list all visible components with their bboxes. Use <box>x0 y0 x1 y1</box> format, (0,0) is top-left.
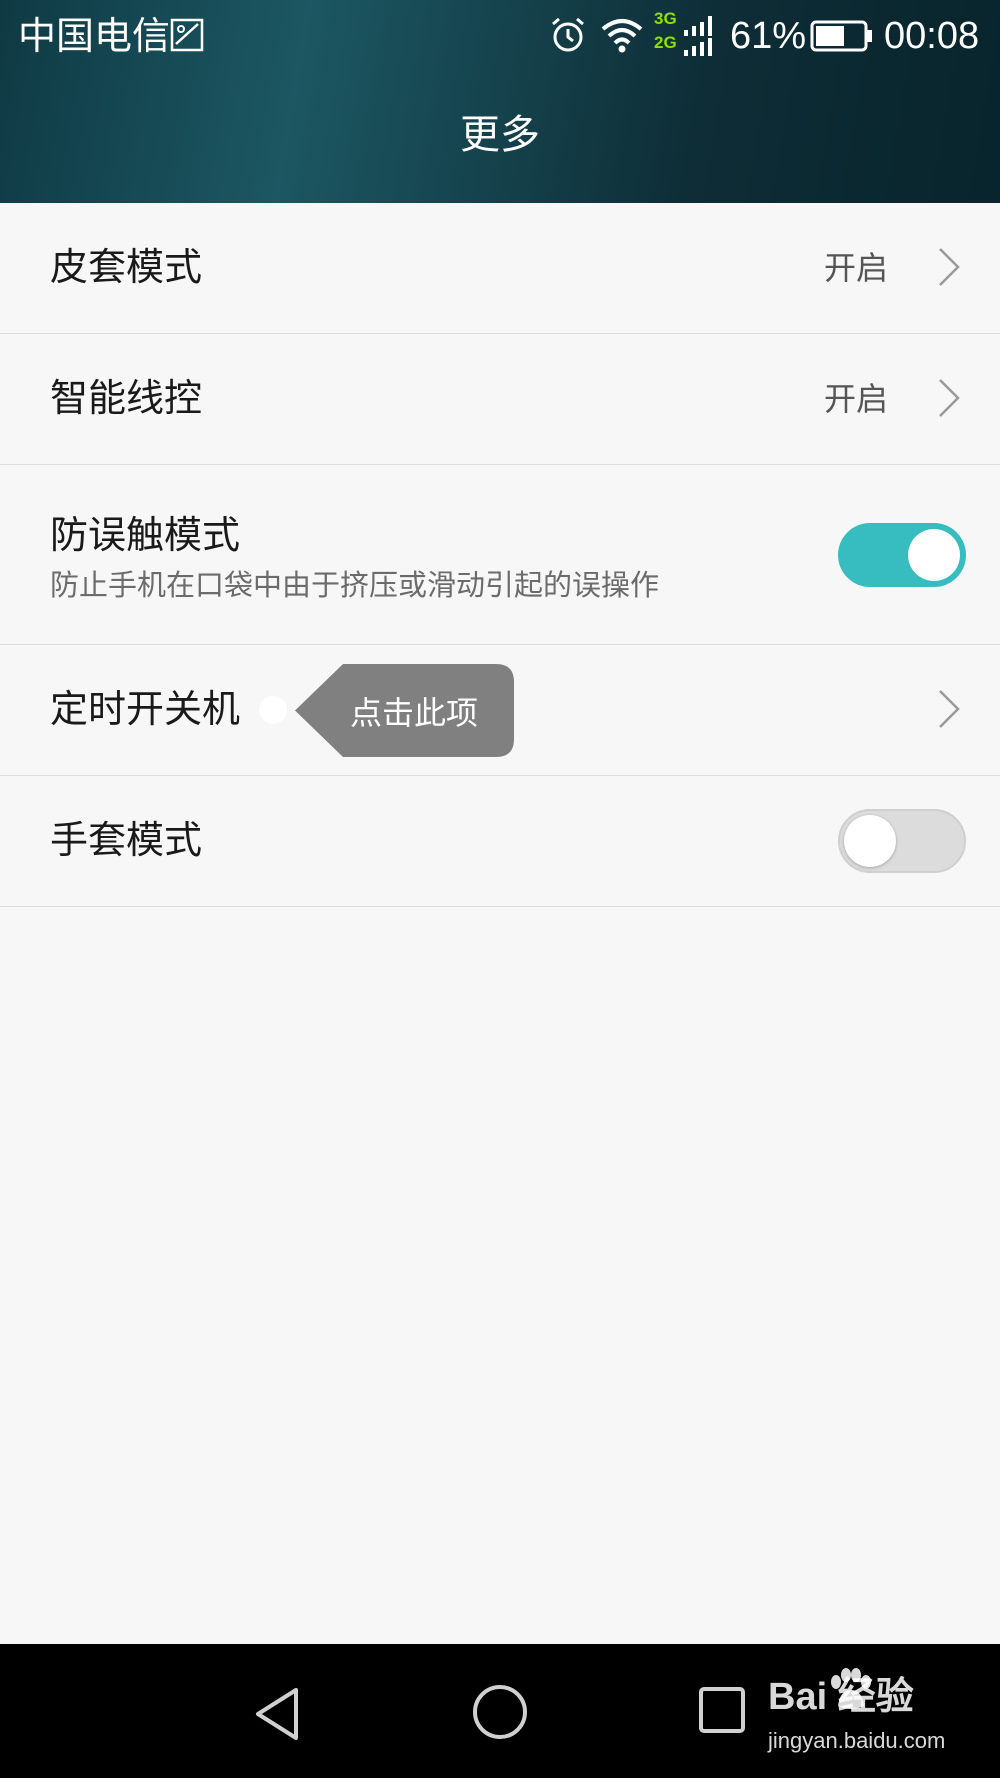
status-bar: 中国电信 3G 2G 61% 00:08 <box>0 0 1000 72</box>
wifi-icon <box>601 19 643 53</box>
signal-icon: 3G 2G <box>654 8 714 58</box>
toggle-knob <box>844 815 896 867</box>
tap-indicator <box>259 696 287 724</box>
setting-title: 防误触模式 <box>50 513 241 557</box>
status-clock: 00:08 <box>884 15 980 57</box>
setting-title: 定时开关机 <box>50 687 241 731</box>
app-header: 中国电信 3G 2G 61% 00:08 更多 <box>0 0 1000 203</box>
page-title: 更多 <box>460 112 540 158</box>
settings-list: 皮套模式 开启 智能线控 开启 防误触模式 防止手机在口袋中由于挤压或滑动引起的… <box>0 203 1000 907</box>
setting-row-glove-mode: 手套模式 <box>0 776 1000 907</box>
alarm-icon <box>552 17 584 52</box>
chevron-right-icon <box>939 690 960 728</box>
carrier-name: 中国电信 <box>18 14 171 58</box>
network-type-2g: 2G <box>654 33 677 52</box>
watermark-logo: Bai 经验 <box>768 1676 914 1718</box>
setting-row-smart-control[interactable]: 智能线控 开启 <box>0 334 1000 465</box>
toggle-knob <box>908 529 960 581</box>
network-type-3g: 3G <box>654 9 677 28</box>
home-icon[interactable] <box>472 1684 528 1740</box>
chevron-right-icon <box>939 379 960 417</box>
setting-title: 手套模式 <box>50 818 203 862</box>
battery-percent: 61% <box>730 15 807 57</box>
tooltip-text: 点击此项 <box>350 694 479 732</box>
sim-card-icon <box>170 18 204 52</box>
recents-icon[interactable] <box>698 1686 746 1734</box>
battery-icon <box>810 20 872 52</box>
setting-subtitle: 防止手机在口袋中由于挤压或滑动引起的误操作 <box>50 568 660 602</box>
setting-title: 皮套模式 <box>50 245 203 289</box>
pocket-mode-toggle[interactable] <box>838 523 966 587</box>
setting-value: 开启 <box>823 249 888 287</box>
chevron-right-icon <box>939 248 960 286</box>
watermark-url: jingyan.baidu.com <box>768 1728 946 1753</box>
setting-title: 智能线控 <box>50 376 203 420</box>
setting-row-cover-mode[interactable]: 皮套模式 开启 <box>0 203 1000 334</box>
setting-value: 开启 <box>823 380 888 418</box>
glove-mode-toggle[interactable] <box>838 809 966 873</box>
back-icon[interactable] <box>252 1684 302 1744</box>
setting-row-pocket-mode: 防误触模式 防止手机在口袋中由于挤压或滑动引起的误操作 <box>0 465 1000 645</box>
